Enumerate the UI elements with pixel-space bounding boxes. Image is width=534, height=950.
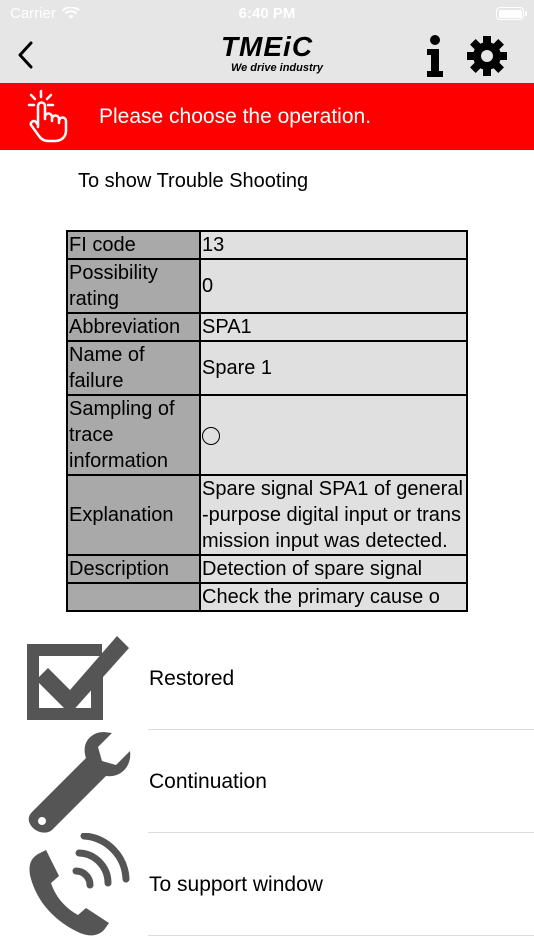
- status-time: 6:40 PM: [238, 5, 296, 22]
- table-row: Description Detection of spare signal: [66, 554, 468, 584]
- table-value: SPA1: [199, 312, 468, 342]
- table-value: Detection of spare signal: [199, 554, 468, 584]
- table-key: [66, 582, 201, 612]
- logo-wordmark: TMEiC: [220, 31, 314, 62]
- settings-button[interactable]: [465, 34, 509, 78]
- table-row: Abbreviation SPA1: [66, 312, 468, 342]
- action-restored[interactable]: Restored: [0, 627, 534, 730]
- trouble-shooting-table[interactable]: FI code 13 Possibility rating 0 Abbrevia…: [66, 230, 468, 618]
- table-row: FI code 13: [66, 230, 468, 260]
- table-key: FI code: [66, 230, 201, 260]
- table-value: Check the primary cause o: [199, 582, 468, 612]
- table-row: Name of failure Spare 1: [66, 340, 468, 396]
- table-value: Spare 1: [199, 340, 468, 396]
- action-support-window[interactable]: To support window: [0, 833, 534, 936]
- tmeic-logo: TMEiC We drive industry: [200, 32, 334, 78]
- action-continuation[interactable]: Continuation: [0, 730, 534, 833]
- instruction-banner: Please choose the operation.: [0, 83, 534, 150]
- table-row: Check the primary cause o: [66, 582, 468, 612]
- action-label: To support window: [149, 873, 323, 896]
- trace-sampling-marker: [202, 426, 220, 445]
- table-row: Sampling of trace information ○: [66, 394, 468, 476]
- action-label: Restored: [149, 667, 235, 690]
- logo-tagline: We drive industry: [230, 62, 324, 74]
- phone-call-icon: [29, 833, 130, 936]
- battery-level: [498, 9, 522, 18]
- table-key: Name of failure: [66, 340, 201, 396]
- nav-bar: TMEiC We drive industry: [0, 28, 534, 83]
- table-key: Abbreviation: [66, 312, 201, 342]
- divider: [148, 935, 534, 936]
- table-row: Explanation Spare signal SPA1 of general…: [66, 474, 468, 556]
- table-key: Description: [66, 554, 201, 584]
- table-value: 13: [199, 230, 468, 260]
- table-key: Possibility rating: [66, 258, 201, 314]
- tap-hand-icon: [27, 89, 68, 143]
- section-title: To show Trouble Shooting: [78, 170, 309, 192]
- status-bar: Carrier 6:40 PM: [0, 0, 534, 28]
- table-row: Possibility rating 0: [66, 258, 468, 314]
- banner-message: Please choose the operation.: [99, 105, 372, 128]
- gear-icon: [467, 36, 507, 76]
- checkbox-checked-icon: [27, 636, 129, 720]
- table-value: 0: [199, 258, 468, 314]
- table-value: ○: [199, 394, 468, 476]
- wrench-icon: [28, 732, 131, 833]
- battery-icon: [496, 7, 527, 20]
- action-label: Continuation: [149, 770, 267, 793]
- table-value: Spare signal SPA1 of general-purpose dig…: [199, 474, 468, 556]
- table-key: Explanation: [66, 474, 201, 556]
- info-button[interactable]: [420, 34, 450, 78]
- back-button[interactable]: [10, 38, 40, 72]
- info-icon: [427, 35, 443, 77]
- table-key: Sampling of trace information: [66, 394, 201, 476]
- chevron-left-icon: [18, 41, 33, 69]
